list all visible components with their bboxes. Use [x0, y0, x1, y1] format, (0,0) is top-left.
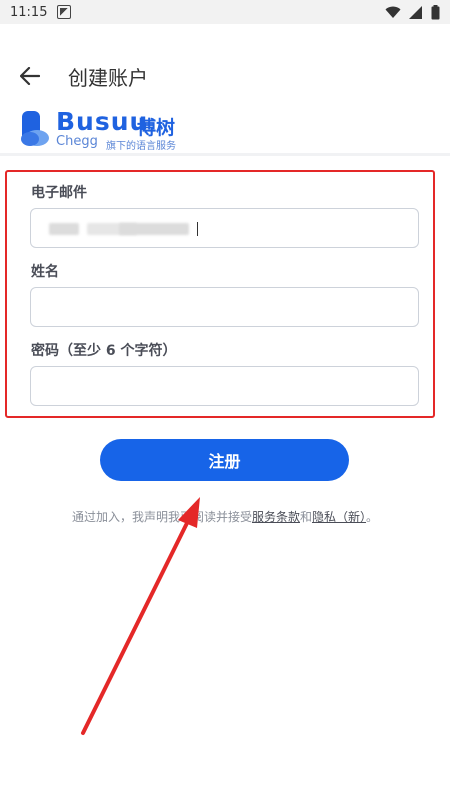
- divider: [0, 153, 450, 156]
- terms-of-service-link[interactable]: 服务条款: [252, 510, 300, 524]
- busuu-logo-icon: [21, 111, 49, 146]
- register-button-label: 注册: [208, 452, 241, 471]
- page-title: 创建账户: [68, 65, 148, 90]
- status-bar: 11:15: [0, 0, 450, 24]
- terms-text: 通过加入，我声明我已阅读并接受服务条款和隐私（新）。: [0, 508, 450, 525]
- top-app-bar: 创建账户: [0, 52, 450, 100]
- arrow-left-icon: [20, 67, 40, 85]
- brand-name-cn: 博树: [137, 117, 176, 139]
- brand-parent: Chegg: [56, 134, 98, 149]
- email-label: 电子邮件: [31, 185, 87, 201]
- status-time: 11:15: [10, 4, 48, 20]
- text-cursor: [197, 222, 198, 236]
- redacted-text: [119, 223, 189, 235]
- register-button[interactable]: 注册: [100, 439, 349, 481]
- brand-name: Busuu: [56, 107, 149, 136]
- brand-tagline: 旗下的语言服务: [106, 141, 176, 152]
- wifi-icon: [385, 6, 401, 18]
- name-input[interactable]: [31, 288, 418, 326]
- battery-icon: [431, 4, 440, 19]
- terms-suffix: 。: [366, 510, 379, 524]
- notification-app-icon: [57, 5, 72, 19]
- signal-icon: [409, 5, 422, 19]
- email-field[interactable]: [30, 208, 419, 248]
- name-label: 姓名: [31, 264, 59, 280]
- brand-logo: Busuu 博树 Chegg 旗下的语言服务: [20, 107, 220, 152]
- password-input[interactable]: [31, 367, 418, 405]
- password-label: 密码（至少 6 个字符）: [31, 343, 177, 359]
- back-button[interactable]: [8, 54, 52, 98]
- password-field[interactable]: [30, 366, 419, 406]
- name-field[interactable]: [30, 287, 419, 327]
- redacted-text: [49, 223, 79, 235]
- terms-prefix: 通过加入，我声明我已阅读并接受: [71, 510, 252, 524]
- privacy-link[interactable]: 隐私（新）: [312, 510, 366, 524]
- terms-and: 和: [299, 510, 312, 524]
